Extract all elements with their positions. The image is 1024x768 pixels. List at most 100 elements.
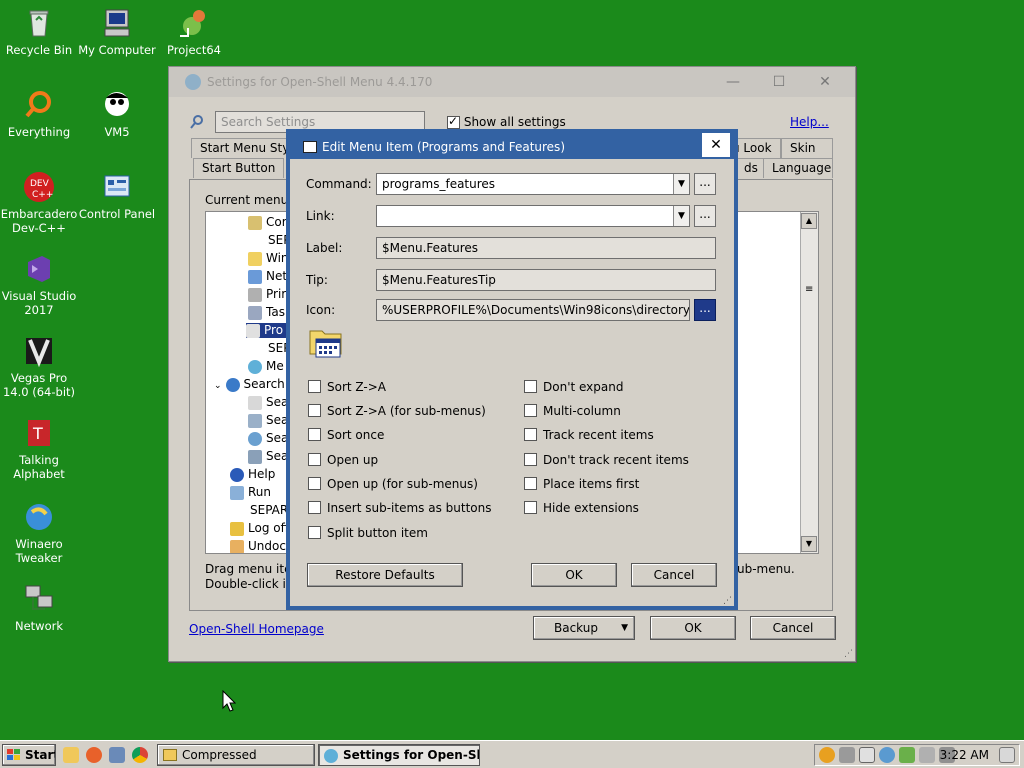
resize-grip[interactable]: ⋰ <box>844 649 853 659</box>
chevron-down-icon[interactable]: ▼ <box>673 174 689 194</box>
chrome-quicklaunch-icon[interactable] <box>132 747 148 763</box>
people-search-icon <box>248 449 262 464</box>
minimize-button[interactable]: — <box>711 69 755 95</box>
tree-item[interactable]: Run <box>230 485 271 500</box>
tree-item[interactable]: Help <box>230 467 275 482</box>
chevron-down-icon[interactable]: ▼ <box>673 206 689 226</box>
shield-tray-icon[interactable] <box>859 747 875 763</box>
tree-item[interactable]: Cor <box>248 215 287 230</box>
tree-item[interactable]: Me <box>248 359 284 374</box>
no-sound-tray-icon[interactable] <box>839 747 855 763</box>
menu-icon <box>248 359 262 374</box>
my-computer-shortcut[interactable]: My Computer <box>75 6 159 57</box>
vegas-pro-icon <box>22 334 56 368</box>
sort-za-checkbox[interactable]: Sort Z->A <box>308 380 386 394</box>
tab-skin[interactable]: Skin <box>781 138 833 158</box>
security-tray-icon[interactable] <box>899 747 915 763</box>
resize-grip[interactable]: ⋰ <box>723 596 732 606</box>
search-tray-icon[interactable] <box>819 747 835 763</box>
settings-ok-button[interactable]: OK <box>650 616 736 640</box>
close-button[interactable]: ✕ <box>803 69 847 95</box>
keyboard-quicklaunch-icon[interactable] <box>109 747 125 763</box>
command-combobox[interactable]: programs_features ▼ <box>376 173 690 195</box>
tree-item-selected[interactable]: Pro <box>246 323 287 338</box>
tip-field[interactable]: $Menu.FeaturesTip <box>376 269 716 291</box>
globe-tray-icon[interactable] <box>879 747 895 763</box>
scroll-up-arrow[interactable]: ▲ <box>801 213 817 229</box>
firefox-quicklaunch-icon[interactable] <box>86 747 102 763</box>
dialog-ok-button[interactable]: OK <box>531 563 617 587</box>
dialog-titlebar[interactable]: Edit Menu Item (Programs and Features) ✕ <box>290 133 734 159</box>
windows-logo-icon <box>7 749 21 761</box>
tree-item[interactable]: Win <box>248 251 289 266</box>
multi-column-checkbox[interactable]: Multi-column <box>524 404 621 418</box>
checkbox-checked[interactable] <box>447 114 460 129</box>
tree-scrollbar[interactable]: ▲ ≡ ▼ <box>800 212 818 553</box>
icon-browse-button[interactable]: ... <box>694 299 716 321</box>
talking-alphabet-shortcut[interactable]: T Talking Alphabet <box>0 416 81 481</box>
tree-item[interactable]: Sea <box>248 413 288 428</box>
help-link[interactable]: Help... <box>790 115 829 129</box>
command-browse-button[interactable]: ... <box>694 173 716 195</box>
explorer-quicklaunch-icon[interactable] <box>63 747 79 763</box>
link-label: Link: <box>306 209 335 223</box>
everything-shortcut[interactable]: Everything <box>0 88 81 139</box>
dont-track-recent-checkbox[interactable]: Don't track recent items <box>524 453 689 467</box>
link-browse-button[interactable]: ... <box>694 205 716 227</box>
hide-extensions-checkbox[interactable]: Hide extensions <box>524 501 639 515</box>
split-button-item-checkbox[interactable]: Split button item <box>308 526 428 540</box>
show-all-settings-checkbox[interactable]: Show all settings <box>447 114 566 129</box>
open-up-submenus-checkbox[interactable]: Open up (for sub-menus) <box>308 477 478 491</box>
vm5-shortcut[interactable]: VM5 <box>75 88 159 139</box>
place-items-first-checkbox[interactable]: Place items first <box>524 477 639 491</box>
tree-item[interactable]: Log off <box>230 521 289 536</box>
network-tray-icon[interactable] <box>919 747 935 763</box>
settings-cancel-button[interactable]: Cancel <box>750 616 836 640</box>
programs-search-icon <box>248 413 262 428</box>
open-up-checkbox[interactable]: Open up <box>308 453 378 467</box>
clock[interactable]: 3:22 AM <box>940 748 989 762</box>
dialog-cancel-button[interactable]: Cancel <box>631 563 717 587</box>
key-icon <box>230 521 244 536</box>
command-label: Command: <box>306 177 372 191</box>
maximize-button[interactable]: ☐ <box>757 69 801 95</box>
link-combobox[interactable]: ▼ <box>376 205 690 227</box>
recycle-bin-shortcut[interactable]: Recycle Bin <box>0 6 81 57</box>
tree-item[interactable]: Net <box>248 269 287 284</box>
tab-start-button[interactable]: Start Button <box>193 158 285 178</box>
tab-language[interactable]: Language <box>763 158 833 178</box>
chevron-down-icon[interactable]: ⌄ <box>214 381 222 391</box>
tree-item[interactable]: Sea <box>248 431 288 446</box>
tree-item[interactable]: Sea <box>248 449 288 464</box>
winaero-shortcut[interactable]: Winaero Tweaker <box>0 500 81 565</box>
track-recent-items-checkbox[interactable]: Track recent items <box>524 428 654 442</box>
backup-button[interactable]: Backup ▼ <box>533 616 635 640</box>
scroll-thumb-grip[interactable]: ≡ <box>805 284 813 295</box>
insert-subitems-buttons-checkbox[interactable]: Insert sub-items as buttons <box>308 501 491 515</box>
network-shortcut[interactable]: Network <box>0 582 81 633</box>
dont-expand-checkbox[interactable]: Don't expand <box>524 380 623 394</box>
control-panel-shortcut[interactable]: Control Panel <box>75 170 159 221</box>
sort-za-submenus-checkbox[interactable]: Sort Z->A (for sub-menus) <box>308 404 486 418</box>
tree-item[interactable]: Sea <box>248 395 288 410</box>
icon-path-field[interactable]: %USERPROFILE%\Documents\Win98icons\direc… <box>376 299 690 321</box>
label-field[interactable]: $Menu.Features <box>376 237 716 259</box>
restore-defaults-button[interactable]: Restore Defaults <box>307 563 463 587</box>
vegas-pro-shortcut[interactable]: Vegas Pro 14.0 (64-bit) <box>0 334 81 399</box>
task-compressed[interactable]: Compressed <box>157 744 315 766</box>
tree-item[interactable]: Prir <box>248 287 286 302</box>
tree-item[interactable]: Tasl <box>248 305 288 320</box>
show-desktop-icon[interactable] <box>999 747 1015 763</box>
tree-item[interactable]: ⌄ Search <box>214 377 285 392</box>
project64-shortcut[interactable]: Project64 <box>152 6 236 57</box>
settings-titlebar[interactable]: Settings for Open-Shell Menu 4.4.170 — ☐… <box>169 67 855 97</box>
sort-once-checkbox[interactable]: Sort once <box>308 428 384 442</box>
dialog-close-button[interactable]: ✕ <box>702 133 730 157</box>
scroll-down-arrow[interactable]: ▼ <box>801 536 817 552</box>
tree-item[interactable]: Undocl <box>230 539 289 553</box>
visual-studio-shortcut[interactable]: Visual Studio 2017 <box>0 252 81 317</box>
task-settings[interactable]: Settings for Open-She... <box>318 744 480 766</box>
homepage-link[interactable]: Open-Shell Homepage <box>189 622 324 636</box>
devcpp-shortcut[interactable]: DEV C++ Embarcadero Dev-C++ <box>0 170 81 235</box>
start-button[interactable]: Start <box>2 744 56 766</box>
